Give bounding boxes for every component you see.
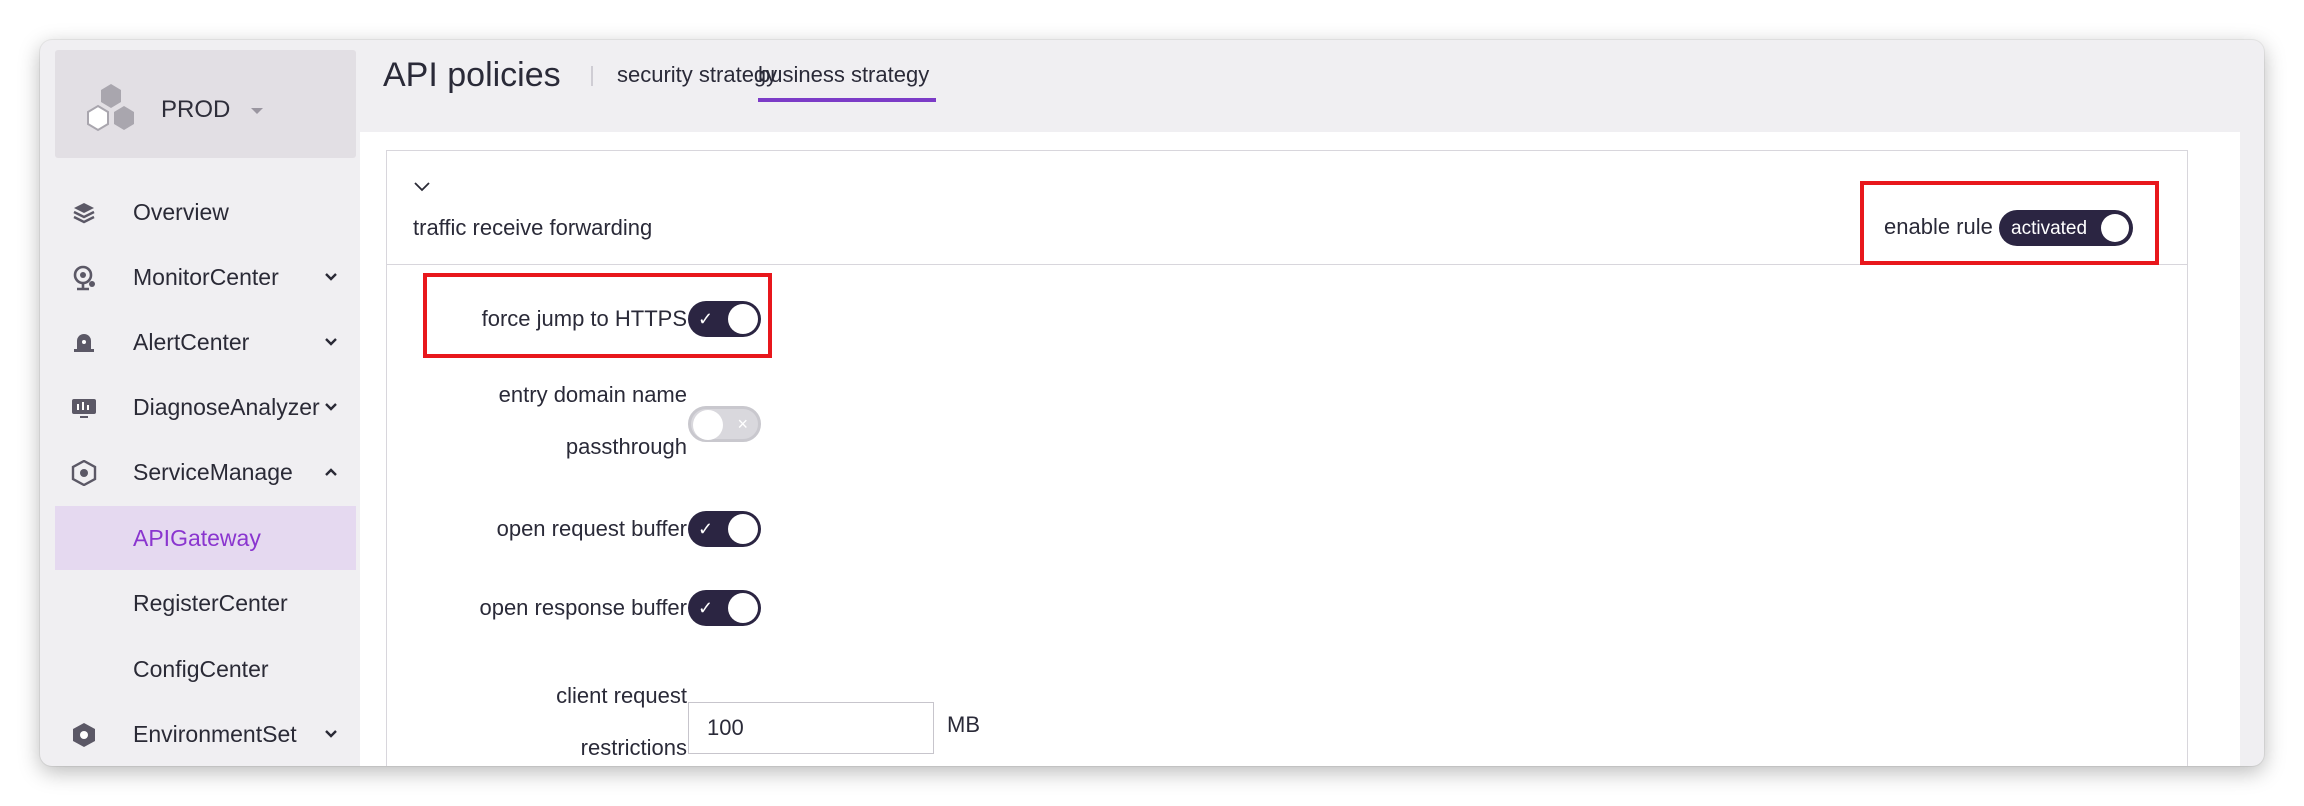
tab-business-strategy[interactable]: business strategy (758, 62, 929, 98)
force-https-label: force jump to HTTPS (481, 306, 687, 331)
sidebar: PROD Overview MonitorCenter AlertCenter … (40, 40, 360, 766)
chevron-down-icon (325, 273, 337, 281)
sidebar-item-label: MonitorCenter (133, 263, 279, 290)
check-icon: ✓ (698, 519, 714, 539)
sidebar-item-monitorcenter[interactable]: MonitorCenter (55, 245, 356, 309)
hexagon-cluster-logo-icon (87, 84, 134, 132)
response-buffer-label: open response buffer (479, 595, 687, 620)
force-https-switch[interactable]: ✓ (688, 301, 761, 337)
entry-domain-label-line1: entry domain name (498, 382, 687, 407)
sidebar-item-environmentset[interactable]: EnvironmentSet (55, 702, 356, 766)
unit-label: MB (947, 712, 980, 737)
chevron-down-icon[interactable] (413, 181, 431, 193)
page-title: API policies (383, 56, 561, 94)
check-icon: ✓ (698, 598, 714, 618)
sidebar-item-label: ServiceManage (133, 458, 293, 485)
sidebar-item-diagnoseanalyzer[interactable]: DiagnoseAnalyzer (55, 375, 356, 439)
environment-gear-icon (73, 723, 95, 747)
active-tab-indicator (758, 98, 936, 102)
sidebar-item-label: DiagnoseAnalyzer (133, 393, 320, 420)
service-hex-icon (71, 460, 97, 486)
analyzer-screen-icon (72, 399, 96, 418)
chevron-down-icon (325, 338, 337, 346)
sidebar-item-configcenter[interactable]: ConfigCenter (55, 637, 356, 701)
rule-title: traffic receive forwarding (413, 215, 653, 240)
switch-knob (693, 410, 723, 440)
chevron-down-icon (325, 730, 337, 738)
client-request-label-line1: client request (556, 683, 687, 708)
title-divider (591, 66, 593, 86)
sidebar-item-label: EnvironmentSet (133, 720, 297, 747)
layers-icon (73, 203, 95, 224)
sidebar-item-label: Overview (133, 198, 229, 225)
toggle-state-text: activated (2011, 218, 2088, 239)
app-window: PROD Overview MonitorCenter AlertCenter … (40, 40, 2264, 766)
environment-name: PROD (161, 96, 231, 123)
chevron-up-icon (325, 468, 337, 476)
request-buffer-switch[interactable]: ✓ (688, 511, 761, 547)
chevron-down-icon (325, 403, 337, 411)
monitor-camera-icon (73, 265, 95, 291)
switch-knob (728, 304, 758, 334)
client-request-size-input[interactable] (688, 702, 934, 754)
check-icon: ✓ (698, 309, 714, 329)
client-request-label-line2: restrictions (580, 735, 687, 760)
sidebar-item-label: APIGateway (133, 524, 261, 551)
sidebar-item-alertcenter[interactable]: AlertCenter (55, 310, 356, 374)
sidebar-item-label: RegisterCenter (133, 589, 288, 616)
request-buffer-label: open request buffer (496, 516, 687, 541)
enable-rule-toggle[interactable]: activated (1999, 210, 2133, 246)
close-icon: × (737, 414, 748, 434)
rule-panel: traffic receive forwarding enable rule a… (386, 150, 2188, 766)
caret-down-icon (251, 108, 263, 114)
switch-knob (728, 514, 758, 544)
sidebar-item-servicemanage[interactable]: ServiceManage (55, 440, 356, 504)
response-buffer-switch[interactable]: ✓ (688, 590, 761, 626)
alarm-bell-icon (74, 334, 94, 352)
switch-knob (728, 593, 758, 623)
toggle-knob (2101, 214, 2129, 242)
rule-header: traffic receive forwarding enable rule a… (387, 151, 2187, 265)
tab-security-strategy[interactable]: security strategy (617, 62, 777, 98)
environment-selector[interactable]: PROD (55, 50, 356, 158)
enable-rule-label: enable rule (1884, 214, 1993, 239)
entry-domain-passthrough-switch[interactable]: × (688, 406, 761, 442)
sidebar-item-label: AlertCenter (133, 328, 250, 355)
main-area: API policies security strategy business … (360, 40, 2264, 766)
sidebar-item-label: ConfigCenter (133, 655, 269, 682)
entry-domain-label-line2: passthrough (565, 434, 687, 459)
sidebar-item-overview[interactable]: Overview (55, 180, 356, 244)
sidebar-item-registercenter[interactable]: RegisterCenter (55, 571, 356, 635)
content-panel: traffic receive forwarding enable rule a… (360, 132, 2240, 766)
sidebar-item-apigateway[interactable]: APIGateway (55, 506, 356, 570)
